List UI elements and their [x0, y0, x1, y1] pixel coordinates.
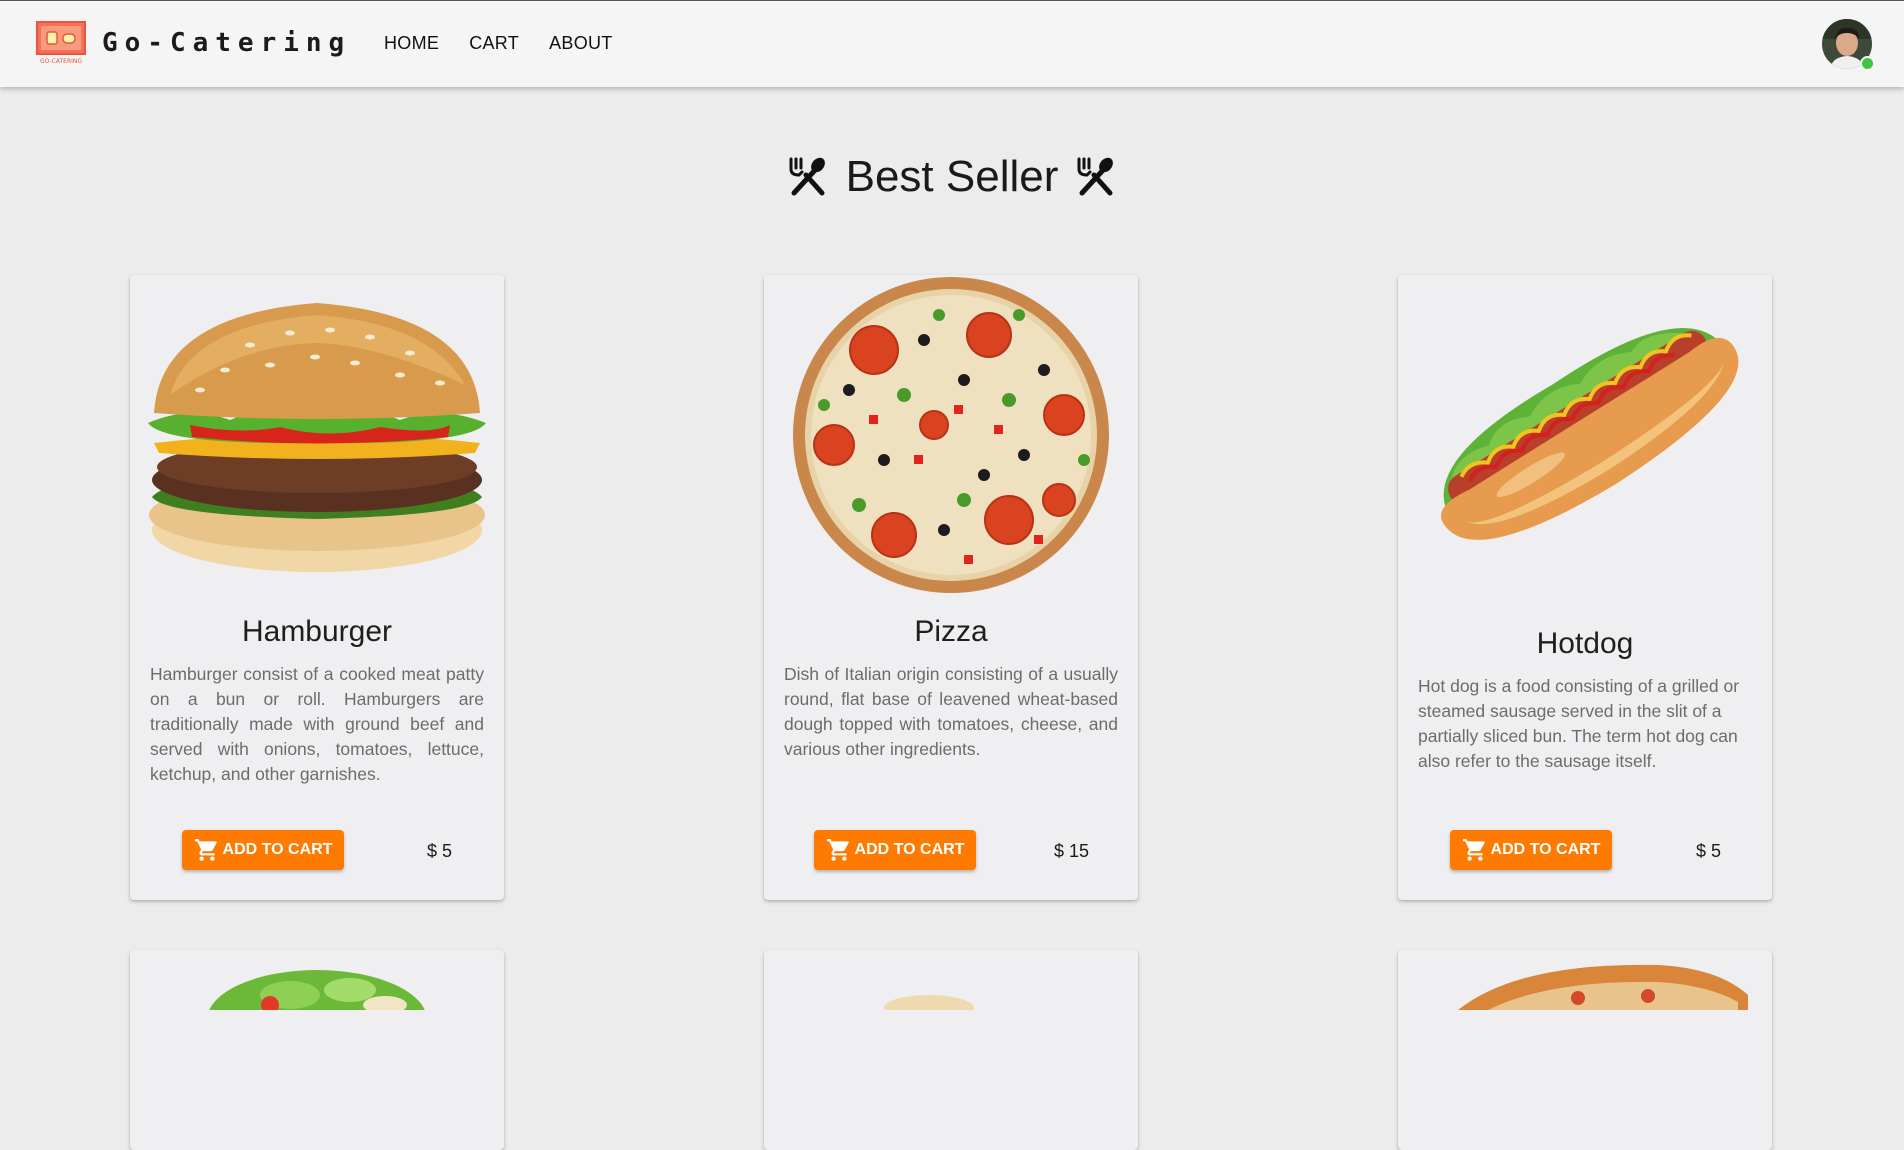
- product-name: Hamburger: [241, 615, 393, 648]
- nav-home[interactable]: HOME: [384, 33, 439, 54]
- fork-spoon-icon: [1077, 157, 1114, 196]
- product-price: $ 5: [1696, 841, 1722, 861]
- cart-icon: [826, 839, 849, 861]
- add-to-cart-label: ADD TO CART: [854, 841, 965, 858]
- hamburger-image: [148, 303, 486, 572]
- product-description: Hot dog is a food consisting of a grille…: [1418, 676, 1740, 771]
- product-price: $ 15: [1054, 841, 1090, 861]
- product-description: Hamburger consist of a cooked meat patty…: [150, 664, 484, 784]
- nav-about[interactable]: ABOUT: [549, 33, 613, 54]
- online-status-dot: [1860, 56, 1875, 71]
- section-title: Best Seller: [845, 152, 1059, 201]
- product-price: $ 5: [427, 841, 453, 861]
- add-to-cart-label: ADD TO CART: [222, 841, 333, 858]
- product-name: Pizza: [914, 615, 988, 648]
- cart-icon: [194, 839, 217, 861]
- fork-spoon-icon: [789, 157, 825, 196]
- product-card: [1398, 950, 1772, 1150]
- nav-cart[interactable]: CART: [469, 33, 519, 54]
- cart-icon: [1462, 839, 1485, 861]
- add-to-cart-button[interactable]: ADD TO CART: [182, 830, 344, 870]
- product-card: Hotdog Hot dog is a food consisting of a…: [1398, 275, 1772, 900]
- add-to-cart-button[interactable]: ADD TO CART: [1450, 830, 1612, 870]
- best-seller-heading: Best Seller: [0, 152, 1904, 202]
- pizza-slice-image: [1458, 964, 1748, 1010]
- product-description: Dish of Italian origin consisting of a u…: [784, 664, 1118, 759]
- product-card: [130, 950, 504, 1150]
- pizza-image: [793, 277, 1109, 593]
- brand-name[interactable]: Go-Catering: [102, 28, 351, 58]
- salad-image: [209, 970, 425, 1010]
- hotdog-image: [1441, 328, 1739, 540]
- bread-image: [884, 995, 974, 1010]
- product-card: [764, 950, 1138, 1150]
- app-bar: GO-CATERING Go-Catering HOME CART ABOUT: [0, 0, 1904, 87]
- product-card: Hamburger Hamburger consist of a cooked …: [130, 275, 504, 900]
- main-nav: HOME CART ABOUT: [384, 33, 613, 54]
- add-to-cart-label: ADD TO CART: [1490, 841, 1601, 858]
- add-to-cart-button[interactable]: ADD TO CART: [814, 830, 976, 870]
- logo-icon[interactable]: GO-CATERING: [36, 21, 86, 65]
- product-card: Pizza Dish of Italian origin consisting …: [764, 275, 1138, 900]
- logo-text: GO-CATERING: [40, 58, 82, 65]
- product-name: Hotdog: [1536, 627, 1634, 660]
